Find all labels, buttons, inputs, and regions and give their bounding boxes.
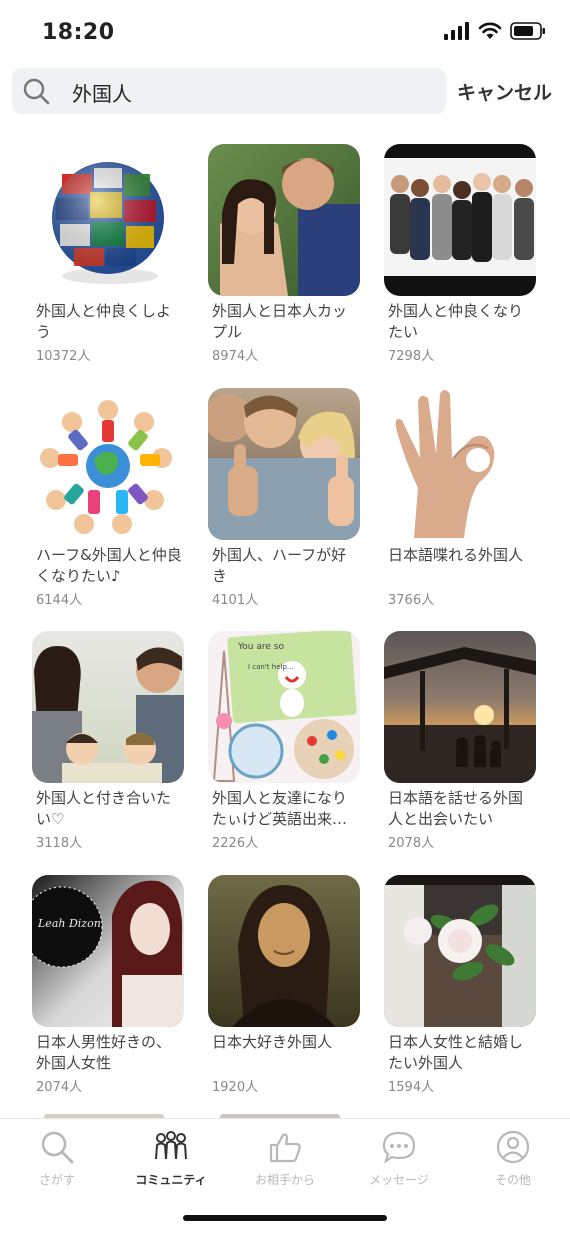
- community-member-count: 2226人: [212, 836, 259, 851]
- person-icon: [496, 1130, 530, 1164]
- community-thumbnail: [208, 144, 360, 296]
- ok-hand-image: [395, 390, 495, 538]
- thumb-signature: Leah Dizon: [37, 917, 101, 930]
- community-member-count: 1594人: [388, 1080, 435, 1095]
- singer-portrait-image: Leah Dizon: [32, 880, 183, 1027]
- community-thumbnail: [208, 388, 360, 540]
- home-indicator[interactable]: [183, 1215, 387, 1221]
- community-icon: [155, 1131, 187, 1160]
- community-card[interactable]: You are so I can't help... 外国人と友達になりたぃけど…: [208, 631, 362, 851]
- community-member-count: 10372人: [36, 349, 91, 364]
- group-photo-image: [384, 144, 536, 296]
- community-member-count: 4101人: [212, 593, 259, 608]
- collage-subcaption: I can't help...: [248, 663, 294, 671]
- community-card[interactable]: 日本大好き外国人 1920人: [208, 875, 362, 1095]
- kids-around-globe-image: [40, 400, 172, 534]
- tab-label: さがす: [38, 1173, 75, 1187]
- community-title: 日本語を話せる外国人と出会いたい: [388, 789, 524, 828]
- status-time: 18:20: [42, 20, 115, 45]
- tab-search[interactable]: さがす: [0, 1129, 114, 1188]
- community-thumbnail: [32, 388, 184, 540]
- community-title: 外国人と日本人カップル: [212, 302, 348, 341]
- tab-messages[interactable]: メッセージ: [342, 1129, 456, 1188]
- mona-lisa-image: [232, 885, 336, 1027]
- thumbs-up-friends-image: [208, 394, 360, 540]
- peony-flower-image: [384, 875, 536, 1027]
- community-title: 外国人と友達になりたぃけど英語出来…: [212, 789, 348, 828]
- status-bar: 18:20: [0, 0, 570, 64]
- wifi-icon: [478, 22, 502, 39]
- community-member-count: 1920人: [212, 1080, 259, 1095]
- search-query: 外国人: [72, 82, 132, 106]
- community-member-count: 3118人: [36, 836, 83, 851]
- community-card[interactable]: 日本語喋れる外国人 3766人: [384, 388, 538, 608]
- search-icon: [23, 78, 50, 105]
- community-thumbnail: You are so I can't help...: [208, 631, 360, 783]
- community-card[interactable]: 日本人女性と結婚したい外国人 1594人: [384, 875, 538, 1095]
- community-member-count: 3766人: [388, 593, 435, 608]
- community-card[interactable]: 外国人と日本人カップル 8974人: [208, 144, 362, 364]
- community-title: 日本人男性好きの、外国人女性: [36, 1033, 172, 1072]
- community-card[interactable]: 外国人と仲良くなりたい 7298人: [384, 144, 538, 364]
- community-thumbnail: Leah Dizon: [32, 875, 184, 1027]
- community-card[interactable]: 外国人と付き合いたい♡ 3118人: [32, 631, 186, 851]
- community-title: 外国人、ハーフが好き: [212, 546, 347, 585]
- community-thumbnail: [384, 875, 536, 1027]
- community-member-count: 2074人: [36, 1080, 83, 1095]
- community-thumbnail: [32, 631, 184, 783]
- community-card[interactable]: 外国人、ハーフが好き 4101人: [208, 388, 362, 608]
- tab-label: コミュニティ: [135, 1173, 207, 1187]
- community-card[interactable]: 日本語を話せる外国人と出会いたい 2078人: [384, 631, 538, 851]
- community-member-count: 7298人: [388, 349, 435, 364]
- community-member-count: 8974人: [212, 349, 259, 364]
- collage-image: You are so I can't help...: [212, 631, 357, 782]
- battery-icon: [510, 22, 545, 40]
- status-icons: [444, 22, 546, 40]
- community-title: 日本大好き外国人: [212, 1033, 333, 1051]
- community-title: 外国人と仲良くなりたい: [388, 302, 524, 341]
- tab-label: その他: [494, 1173, 531, 1187]
- search-input[interactable]: 外国人: [12, 68, 446, 114]
- community-thumbnail: [208, 875, 360, 1027]
- collage-caption: You are so: [237, 642, 284, 652]
- signal-icon: [444, 22, 469, 40]
- couple-tea-image: [32, 646, 184, 783]
- search-icon: [41, 1131, 74, 1164]
- community-title: 日本語喋れる外国人: [388, 546, 524, 564]
- community-title: 外国人と仲良くしよう: [36, 302, 172, 341]
- community-member-count: 6144人: [36, 593, 83, 608]
- community-thumbnail: [384, 388, 536, 540]
- community-member-count: 2078人: [388, 836, 435, 851]
- cancel-button[interactable]: キャンセル: [457, 78, 552, 105]
- community-thumbnail: [384, 631, 536, 783]
- tab-label: メッセージ: [369, 1173, 429, 1187]
- tab-label: お相手から: [254, 1173, 315, 1187]
- community-thumbnail: [32, 144, 184, 296]
- sunset-pavilion-image: [384, 647, 536, 783]
- couple-photo-image: [220, 158, 360, 296]
- tab-from-partner[interactable]: お相手から: [228, 1129, 342, 1188]
- community-title: ハーフ&外国人と仲良くなりたい♪: [36, 546, 182, 585]
- community-thumbnail: [384, 144, 536, 296]
- thumbs-up-icon: [269, 1133, 301, 1163]
- community-card[interactable]: ハーフ&外国人と仲良くなりたい♪ 6144人: [32, 388, 186, 608]
- message-icon: [382, 1131, 416, 1164]
- search-row: 外国人 キャンセル: [0, 68, 570, 116]
- community-title: 日本人女性と結婚したい外国人: [388, 1033, 524, 1072]
- flag-globe-image: [52, 162, 164, 284]
- community-card[interactable]: Leah Dizon 日本人男性好きの、外国人女性 2074人: [32, 875, 186, 1095]
- tab-other[interactable]: その他: [456, 1129, 570, 1188]
- community-card[interactable]: 外国人と仲良くしよう 10372人: [32, 144, 186, 364]
- tab-community[interactable]: コミュニティ: [114, 1129, 228, 1188]
- community-title: 外国人と付き合いたい♡: [36, 789, 172, 828]
